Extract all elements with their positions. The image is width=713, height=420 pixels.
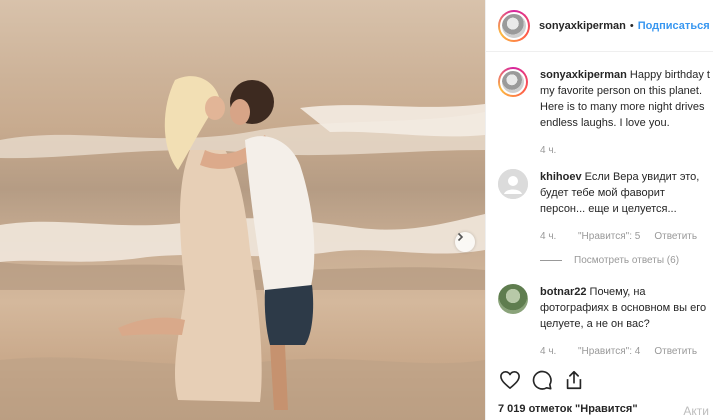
share-icon: [566, 370, 582, 390]
reply-button[interactable]: Ответить: [654, 229, 697, 245]
carousel-next-button[interactable]: [455, 232, 475, 252]
comment-username[interactable]: khihoev: [540, 171, 582, 183]
caption-text: Happy birthday t: [629, 69, 710, 81]
caption-avatar[interactable]: [498, 67, 528, 97]
caption-line: endless laughs. I love you.: [540, 117, 670, 129]
comment-time[interactable]: 4 ч.: [540, 229, 564, 245]
like-button[interactable]: [498, 368, 522, 392]
author-avatar[interactable]: [498, 9, 530, 42]
view-replies-label: Посмотреть ответы (6): [574, 255, 680, 266]
share-button[interactable]: [562, 368, 586, 392]
heart-icon: [500, 371, 520, 389]
comment-likes[interactable]: "Нравится": 5: [578, 229, 640, 245]
comment-item: botnar22 Почему, на фотографиях в основн…: [498, 284, 713, 359]
comment-line: будет тебе мой фаворит: [540, 187, 665, 199]
view-replies-button[interactable]: Посмотреть ответы (6): [540, 255, 713, 266]
photo-illustration: [0, 76, 485, 420]
post-photo[interactable]: [0, 0, 485, 420]
caption: sonyaxkiperman Happy birthday t my favor…: [498, 67, 713, 159]
comment-avatar[interactable]: [498, 284, 528, 314]
author-username[interactable]: sonyaxkiperman: [539, 20, 626, 32]
comment-line: персон... еще и целуется...: [540, 203, 677, 215]
comments-list[interactable]: sonyaxkiperman Happy birthday t my favor…: [486, 53, 713, 359]
comment-icon: [532, 370, 552, 390]
replies-divider: [540, 260, 562, 261]
comment-likes[interactable]: "Нравится": 4: [578, 344, 640, 359]
activation-watermark: Акти: [683, 404, 709, 418]
comment-time[interactable]: 4 ч.: [540, 344, 564, 359]
comment-text: Почему, на: [589, 286, 646, 298]
likes-count[interactable]: 7 019 отметок "Нравится": [498, 403, 638, 415]
comment-line: фотографиях в основном вы его: [540, 302, 707, 314]
comment-text: Если Вера увидит это,: [584, 171, 700, 183]
post-actions: [498, 368, 586, 392]
comment-line: целуете, а не он вас?: [540, 318, 650, 330]
separator-dot: •: [629, 19, 634, 32]
follow-button[interactable]: Подписаться: [638, 20, 710, 32]
post-panel: sonyaxkiperman • Подписаться sonyaxkiper…: [485, 0, 713, 420]
comment-username[interactable]: botnar22: [540, 286, 586, 298]
comment-item: khihoev Если Вера увидит это, будет тебе…: [498, 169, 713, 245]
comment-avatar[interactable]: [498, 169, 528, 199]
caption-time[interactable]: 4 ч.: [540, 143, 564, 159]
comment-button[interactable]: [530, 368, 554, 392]
default-avatar-icon: [498, 169, 528, 199]
reply-button[interactable]: Ответить: [654, 344, 697, 359]
caption-username[interactable]: sonyaxkiperman: [540, 69, 627, 81]
caption-line: Here is to many more night drives: [540, 101, 705, 113]
caption-line: my favorite person on this planet.: [540, 85, 703, 97]
chevron-right-icon: [457, 232, 464, 242]
post-header: sonyaxkiperman • Подписаться: [486, 0, 713, 52]
